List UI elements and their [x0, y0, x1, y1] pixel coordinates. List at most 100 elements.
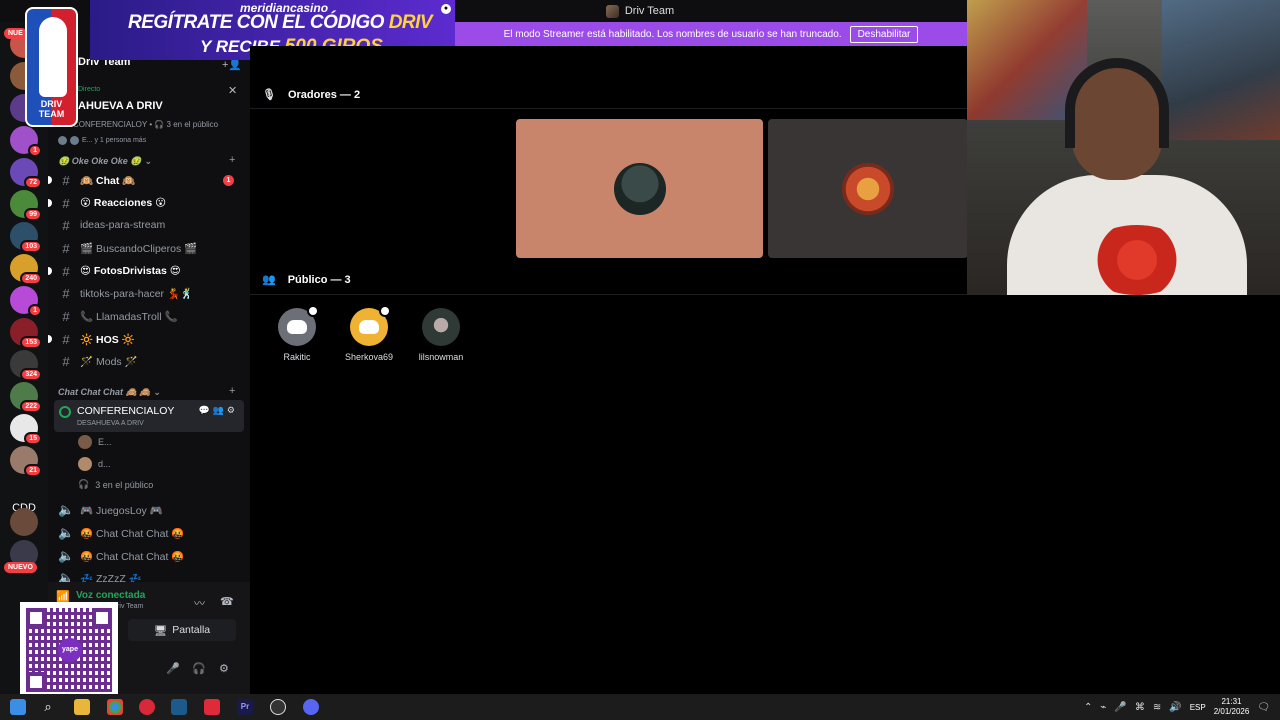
- windows-taskbar: ⌕ Pr ⌃ ⌁ 🎤 ⌘ ≋ 🔊 ESP 21:31 2/01/2026 🗨: [0, 694, 1280, 720]
- new-pill-bottom[interactable]: NUEVO: [4, 562, 37, 573]
- premiere-icon[interactable]: Pr: [237, 699, 253, 715]
- live-stage-card[interactable]: Directo AHUEVA A DRIV ✕ CONFERENCIALOY •…: [48, 80, 250, 150]
- category-chat[interactable]: Chat Chat Chat 🙈 🙈 ⌄: [58, 387, 161, 398]
- bluetooth-icon[interactable]: ⌘: [1135, 702, 1145, 713]
- headphones-icon[interactable]: 🎧: [192, 662, 206, 675]
- clock-date: 2/01/2026: [1213, 707, 1250, 716]
- voice-channel-conferencialoy[interactable]: CONFERENCIALOY DESAHUEVA A DRIV 💬👥⚙: [54, 400, 244, 432]
- chrome-icon[interactable]: [107, 699, 123, 715]
- search-icon[interactable]: ⌕: [40, 699, 56, 715]
- audience-member[interactable]: Rakitic: [267, 305, 327, 362]
- clock[interactable]: 21:31 2/01/2026: [1214, 697, 1250, 717]
- server-icon-14[interactable]: 21: [10, 446, 42, 477]
- stage-icon: [59, 406, 71, 418]
- voice-user[interactable]: d...: [78, 457, 111, 471]
- channel-ideas[interactable]: # ideas-para-stream: [54, 215, 244, 235]
- windows-start-icon[interactable]: [10, 699, 26, 715]
- divider: [250, 294, 968, 295]
- channel-buscandocliperos[interactable]: # 🎬 BuscandoCliperos 🎬: [54, 238, 244, 258]
- unread-badge: 21: [24, 464, 42, 477]
- add-channel-icon[interactable]: +: [229, 154, 235, 166]
- category-oke[interactable]: 🤢 Oke Oke Oke 🤢 ⌄: [58, 156, 152, 167]
- voice-channel-chat-1[interactable]: 🔈 🤬 Chat Chat Chat 🤬: [54, 523, 244, 543]
- add-channel-icon[interactable]: +: [229, 385, 235, 397]
- steam-icon[interactable]: [171, 699, 187, 715]
- chevron-down-icon: ⌄: [144, 156, 152, 166]
- wall-poster: [1162, 0, 1280, 140]
- audience-text: 3 en el público: [95, 479, 154, 490]
- disable-streamer-button[interactable]: Deshabilitar: [849, 25, 919, 43]
- voice-user-name: d...: [98, 459, 111, 469]
- unread-badge: 222: [20, 400, 42, 413]
- audience-member[interactable]: lilsnowman: [411, 308, 471, 362]
- voice-channel-tools[interactable]: 💬👥⚙: [199, 405, 238, 416]
- server-icon-6[interactable]: 99: [10, 190, 42, 221]
- window-title: Driv Team: [605, 4, 674, 18]
- hash-icon: #: [62, 240, 70, 256]
- network-icon[interactable]: ⌁: [1100, 702, 1106, 713]
- notification-icon[interactable]: 🗨: [1257, 702, 1270, 713]
- app-icon[interactable]: [204, 699, 220, 715]
- server-icon-12[interactable]: 222: [10, 382, 42, 413]
- system-tray: ⌃ ⌁ 🎤 ⌘ ≋ 🔊 ESP 21:31 2/01/2026 🗨: [1084, 694, 1280, 720]
- channel-chat[interactable]: # 🙉 Chat 🙉 1: [48, 170, 244, 190]
- audience-count[interactable]: 🎧 3 en el público: [78, 479, 153, 490]
- shirt-print: [1082, 225, 1192, 295]
- screen-share-button[interactable]: 🖥 Pantalla: [128, 619, 236, 641]
- audience-name: Rakitic: [283, 352, 311, 362]
- logo-text: DRIV TEAM: [38, 99, 65, 119]
- server-icon-11[interactable]: 324: [10, 350, 42, 381]
- gear-icon[interactable]: ⚙: [219, 662, 229, 675]
- participant-avatar: [58, 136, 67, 145]
- speaker-tile-2[interactable]: [768, 119, 968, 258]
- channel-label: tiktoks-para-hacer 💃🕺: [80, 287, 194, 300]
- voice-channel-juegosloy[interactable]: 🔈 🎮 JuegosLoy 🎮: [54, 500, 244, 520]
- channel-reacciones[interactable]: # 😮 Reacciones 😮: [48, 193, 244, 213]
- server-icon-4[interactable]: 1: [10, 126, 42, 157]
- microphone-icon[interactable]: 🎤: [1114, 702, 1126, 713]
- avatar: [422, 308, 460, 346]
- noise-suppression-icon[interactable]: 〰: [194, 595, 205, 611]
- server-icon-10[interactable]: 153: [10, 318, 42, 349]
- server-icon-13[interactable]: 15: [10, 414, 42, 445]
- speaker-tile-1[interactable]: [516, 119, 763, 258]
- new-pill-top[interactable]: NUE: [4, 28, 27, 39]
- server-icon-9[interactable]: 1: [10, 286, 42, 317]
- channel-mods[interactable]: # 🪄 Mods 🪄: [54, 351, 244, 371]
- voice-status[interactable]: Voz conectada: [76, 590, 145, 601]
- file-explorer-icon[interactable]: [74, 699, 90, 715]
- channel-label: 😮 Reacciones 😮: [80, 197, 167, 209]
- channel-label: 🤬 Chat Chat Chat 🤬: [80, 527, 185, 540]
- wifi-icon[interactable]: ≋: [1153, 702, 1161, 713]
- hash-icon: #: [62, 263, 70, 279]
- unread-badge: 1: [28, 144, 42, 157]
- channel-label: ideas-para-stream: [80, 219, 166, 231]
- obs-icon[interactable]: [270, 699, 286, 715]
- server-icon-7[interactable]: 103: [10, 222, 42, 253]
- channel-hos[interactable]: # 🔆 HOS 🔆: [48, 329, 244, 349]
- media-player-icon[interactable]: [139, 699, 155, 715]
- chevron-up-icon[interactable]: ⌃: [1084, 702, 1092, 713]
- audience-member[interactable]: Sherkova69: [339, 305, 399, 362]
- status-icon: [307, 305, 319, 317]
- voice-user[interactable]: E...: [78, 435, 112, 449]
- yape-qr-code: yape: [20, 602, 118, 698]
- voice-channel-chat-2[interactable]: 🔈 🤬 Chat Chat Chat 🤬: [54, 546, 244, 566]
- server-icon-15[interactable]: [10, 508, 38, 536]
- language-indicator[interactable]: ESP: [1190, 703, 1206, 712]
- channel-tiktoks[interactable]: # tiktoks-para-hacer 💃🕺: [54, 283, 244, 303]
- microphone-icon[interactable]: 🎤: [166, 662, 180, 675]
- disconnect-icon[interactable]: ☎: [220, 595, 234, 608]
- channel-llamadastroll[interactable]: # 📞 LlamadasTroll 📞: [54, 306, 244, 326]
- discord-icon[interactable]: [303, 699, 319, 715]
- volume-icon[interactable]: 🔊: [1169, 702, 1181, 713]
- server-icon-5[interactable]: 72: [10, 158, 42, 189]
- channel-label: 🤬 Chat Chat Chat 🤬: [80, 550, 185, 563]
- speaker-avatar: [842, 162, 894, 215]
- ad-code: DRIV: [388, 12, 433, 33]
- close-icon[interactable]: ✕: [228, 84, 237, 97]
- server-icon-8[interactable]: 240: [10, 254, 42, 285]
- channel-label: 😍 FotosDrivistas 😍: [80, 265, 181, 277]
- streamer-mode-banner: El modo Streamer está habilitado. Los no…: [455, 22, 967, 46]
- channel-fotosdrivistas[interactable]: # 😍 FotosDrivistas 😍: [48, 261, 244, 281]
